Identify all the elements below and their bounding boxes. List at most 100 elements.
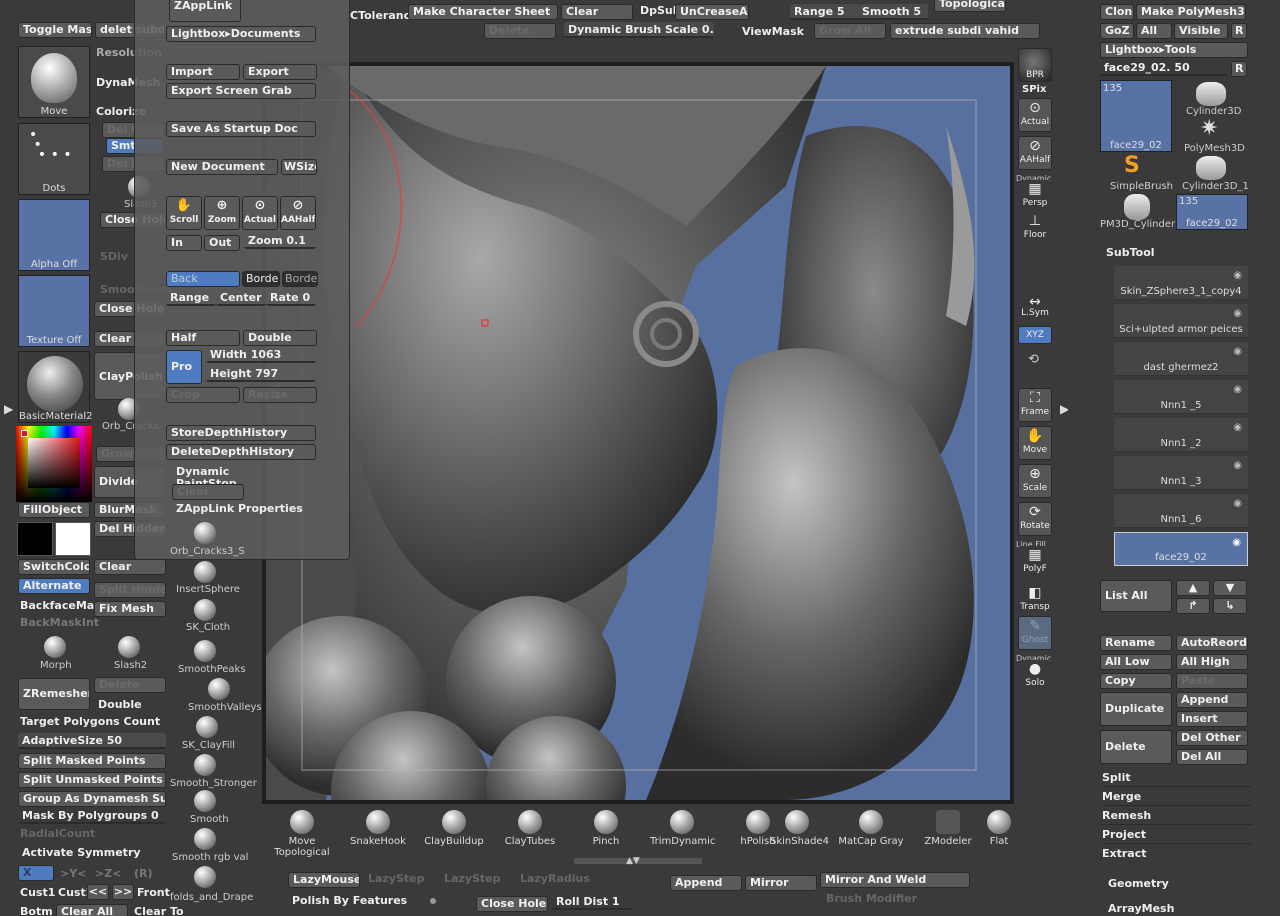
export-screen-grab-button[interactable]: Export Screen Grab [166,83,316,99]
eye-icon[interactable]: ◉ [1233,270,1242,281]
brush-list-item[interactable]: SK_Cloth [186,622,230,633]
all-button[interactable]: All [1136,23,1172,39]
secondary-color-swatch[interactable] [55,522,91,556]
autoreorder-button[interactable]: AutoReorder [1176,635,1248,651]
rotate-axis-icon[interactable]: ⟲ [1028,352,1039,367]
grow-all-top-button[interactable]: Grow All [814,23,886,39]
delete-left-button[interactable]: Delete [94,677,166,693]
subtool-item[interactable]: Nnn1 _3 ◉ [1114,456,1248,490]
persp-button[interactable]: ▦ Persp [1018,180,1052,214]
close-holes-shelf-button[interactable]: Close Holes [476,896,548,912]
split-section[interactable]: Split [1102,771,1252,787]
shelf-brush[interactable]: TrimDynamic [650,810,715,850]
move-nav-button[interactable]: ✋ Move [1018,426,1052,460]
range-slider[interactable]: Range 5 [790,4,860,20]
transp-button[interactable]: ◧ Transp [1018,584,1052,618]
eye-icon[interactable]: ◉ [1233,422,1242,433]
prev-view-button[interactable]: << [87,884,109,900]
brush-list-item[interactable]: SK_ClayFill [182,740,235,751]
save-as-startup-doc-button[interactable]: Save As Startup Doc [166,121,316,137]
subtool-item[interactable]: Nnn1 _6 ◉ [1114,494,1248,528]
move-down-icon[interactable]: ▼ [1213,580,1247,596]
shelf-brush[interactable]: Move Topological [262,810,342,858]
rotate-button[interactable]: ⟳ Rotate [1018,502,1052,536]
bpr-button[interactable]: BPR [1018,48,1052,82]
shelf-brush[interactable]: SkinShade4 [770,810,829,850]
front-view-button[interactable]: Front [137,886,170,899]
project-section[interactable]: Project [1102,828,1252,844]
r-2-button[interactable]: R [1231,61,1247,77]
visible-button[interactable]: Visible [1174,23,1228,39]
smooth-stronger-brush-icon[interactable] [194,754,216,776]
floor-button[interactable]: ⊥ Floor [1018,212,1052,246]
brush-list-item[interactable]: Smooth_Stronger [170,778,257,789]
store-depth-history-button[interactable]: StoreDepthHistory [166,425,316,441]
split-unmasked-points-button[interactable]: Split Unmasked Points [18,772,166,788]
lazymouse-button[interactable]: LazyMouse [288,872,360,888]
merge-section[interactable]: Merge [1102,790,1252,806]
lazystep-2-slider[interactable]: LazyStep [444,872,501,885]
tool-thumb-face29[interactable]: 135 face29_02 [1100,80,1172,152]
shelf-brush[interactable]: SnakeHook [350,810,406,850]
clear-all-button[interactable]: Clear All [56,904,128,916]
back-color-button[interactable]: Back [166,271,240,287]
pro-toggle[interactable]: Pro [166,350,202,384]
xyz-toggle[interactable]: XYZ [1018,326,1052,344]
clear-top-button[interactable]: Clear [561,4,633,20]
zoom-button[interactable]: ⊕ Zoom [204,196,240,230]
cylinder3d-icon[interactable] [1196,82,1226,106]
zapplink-button[interactable]: ZAppLink [169,0,241,22]
range-popup-slider[interactable]: Range [166,290,216,306]
radialcount-slider[interactable]: RadialCount [20,827,95,840]
cylinder3d-1-icon[interactable] [1196,156,1226,180]
actual-button[interactable]: ⊙ Actual [242,196,278,230]
shelf-brush[interactable]: ZModeler [920,810,976,850]
all-low-button[interactable]: All Low [1100,654,1172,670]
shelf-brush[interactable]: ClayTubes [502,810,558,850]
goz-button[interactable]: GoZ [1100,23,1134,39]
simplebrush-icon[interactable]: S [1124,154,1140,178]
subtool-title[interactable]: SubTool [1106,246,1155,259]
stroke-dots-thumb[interactable]: • • • • • Dots [18,123,90,195]
toggle-mask-button[interactable]: Toggle Mask [18,22,92,38]
make-character-sheet-button[interactable]: Make Character Sheet [408,4,558,20]
eye-icon[interactable]: ◉ [1233,308,1242,319]
eye-icon[interactable]: ◉ [1232,537,1241,548]
smooth-brush-icon[interactable] [194,790,216,812]
color-picker[interactable] [16,426,92,502]
switchcolor-button[interactable]: SwitchColor [18,559,90,575]
clear-left-2-button[interactable]: Clear [94,559,166,575]
morph-brush-icon[interactable] [44,636,66,658]
split-masked-points-button[interactable]: Split Masked Points [18,753,166,769]
primary-color-swatch[interactable] [17,522,53,556]
viewport-canvas[interactable] [262,62,1014,804]
move-up-icon[interactable]: ▲ [1176,580,1210,596]
half-button[interactable]: Half [166,330,240,346]
border2-button[interactable]: Border2 [282,271,318,287]
subtool-item[interactable]: Nnn1 _2 ◉ [1114,418,1248,452]
sk-cloth-brush-icon[interactable] [194,599,216,621]
pm3d-cylinder-icon[interactable] [1124,194,1150,220]
brush-list-item[interactable]: Smooth rgb val [172,852,248,863]
lsym-button[interactable]: ↔ L.Sym [1018,295,1052,322]
adaptive-size-slider[interactable]: AdaptiveSize 50 [18,733,166,749]
del-other-button[interactable]: Del Other [1176,730,1248,746]
rate-popup-slider[interactable]: Rate 0 [266,290,316,306]
polish-by-features-slider[interactable]: Polish By Features [292,894,407,907]
resize-button[interactable]: Resize [243,387,317,403]
insertsphere-brush-icon[interactable] [194,561,216,583]
geometry-section[interactable]: Geometry [1108,877,1169,890]
aahalf-button[interactable]: ⊘ AAHalf [280,196,316,230]
append-shelf-button[interactable]: Append [670,875,742,891]
subtool-item[interactable]: Skin_ZSphere3_1_copy4 ◉ [1114,266,1248,300]
crop-button[interactable]: Crop [166,387,240,403]
zoom-in-button[interactable]: In [166,235,202,251]
brush-modifier-slider[interactable]: Brush Modifier [826,892,917,905]
zoom-slider[interactable]: Zoom 0.1 [244,233,316,249]
paste-button[interactable]: Paste [1176,673,1248,689]
shelf-brush[interactable]: MatCap Gray [838,810,904,850]
material-thumb[interactable]: BasicMaterial2 [18,351,92,423]
aahalf-nav-button[interactable]: ⊘ AAHalf [1018,136,1052,170]
subtool-item[interactable]: dast ghermez2 ◉ [1114,342,1248,376]
copy-button[interactable]: Copy [1100,673,1172,689]
